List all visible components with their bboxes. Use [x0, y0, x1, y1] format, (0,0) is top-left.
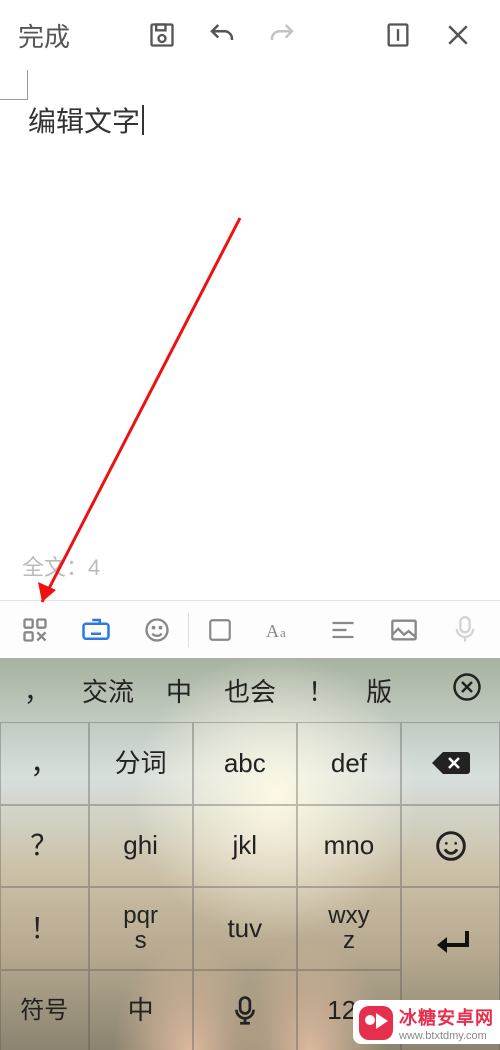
- undo-button[interactable]: [192, 5, 252, 65]
- page-icon: [384, 21, 412, 49]
- paragraph-indent-marker: [0, 70, 28, 100]
- candidate-row: ， 交流 中 也会 ！ 版: [0, 658, 500, 722]
- key-def[interactable]: def: [297, 722, 401, 805]
- mic-icon: [454, 616, 476, 644]
- key-pqrs[interactable]: pqr s: [89, 887, 193, 970]
- ime-mic-button[interactable]: [435, 601, 496, 658]
- key-lang[interactable]: 中: [89, 970, 193, 1050]
- top-toolbar: 完成: [0, 0, 500, 70]
- ime-emoji-button[interactable]: [127, 601, 188, 658]
- save-button[interactable]: [132, 5, 192, 65]
- ime-toolbar: Aa: [0, 600, 500, 658]
- key-enter[interactable]: [401, 887, 500, 970]
- emoji-icon: [435, 830, 467, 862]
- editor-area[interactable]: 编辑文字 全文：4: [0, 70, 500, 600]
- close-icon: [443, 20, 473, 50]
- key-ghi[interactable]: ghi: [89, 805, 193, 888]
- watermark-title: 冰糖安卓网: [399, 1004, 494, 1030]
- font-icon: Aa: [266, 618, 296, 642]
- watermark-logo-icon: [359, 1006, 393, 1040]
- key-jkl[interactable]: jkl: [193, 805, 297, 888]
- face-icon: [143, 616, 171, 644]
- backspace-icon: [429, 748, 473, 778]
- candidate-2[interactable]: 中: [150, 672, 208, 709]
- align-icon: [329, 618, 357, 642]
- keyboard-icon: [81, 617, 111, 643]
- candidate-5[interactable]: 版: [350, 672, 408, 709]
- key-backspace[interactable]: [401, 722, 500, 805]
- watermark: 冰糖安卓网 www.btxtdmy.com: [353, 1000, 500, 1044]
- ime-expand-button[interactable]: [189, 601, 250, 658]
- close-button[interactable]: [428, 5, 488, 65]
- redo-icon: [267, 20, 297, 50]
- editor-text-content: 编辑文字: [28, 100, 140, 140]
- key-abc[interactable]: abc: [193, 722, 297, 805]
- candidate-1[interactable]: 交流: [66, 672, 150, 709]
- candidate-3[interactable]: 也会: [208, 672, 292, 709]
- candidate-0[interactable]: ，: [8, 672, 66, 709]
- key-symbols[interactable]: 符号: [0, 970, 89, 1050]
- key-comma[interactable]: ，: [0, 722, 89, 805]
- view-toggle-button[interactable]: [368, 5, 428, 65]
- svg-text:a: a: [280, 625, 286, 640]
- key-tuv[interactable]: tuv: [193, 887, 297, 970]
- mic-key-icon: [234, 996, 256, 1026]
- expand-icon: [207, 617, 233, 643]
- ime-apps-button[interactable]: [4, 601, 65, 658]
- redo-button[interactable]: [252, 5, 312, 65]
- key-wxyz[interactable]: wxy z: [297, 887, 401, 970]
- ime-align-button[interactable]: [312, 601, 373, 658]
- candidate-close-button[interactable]: [442, 672, 492, 709]
- undo-icon: [207, 20, 237, 50]
- key-exclaim[interactable]: ！: [0, 887, 89, 970]
- key-mno[interactable]: mno: [297, 805, 401, 888]
- key-question[interactable]: ？: [0, 805, 89, 888]
- keyboard-region: ， 交流 中 也会 ！ 版 ， 分词 abc def ？ ghi jkl mno: [0, 658, 500, 1050]
- save-icon: [148, 21, 176, 49]
- image-icon: [390, 618, 418, 642]
- svg-text:A: A: [266, 621, 279, 641]
- text-cursor: [142, 105, 144, 135]
- candidate-4[interactable]: ！: [292, 672, 350, 709]
- ime-keyboard-button[interactable]: [65, 601, 126, 658]
- key-emoji[interactable]: [401, 805, 500, 888]
- key-fenci[interactable]: 分词: [89, 722, 193, 805]
- editor-text: 编辑文字: [28, 100, 144, 140]
- grid-icon: [21, 616, 49, 644]
- done-button[interactable]: 完成: [12, 17, 76, 54]
- close-circle-icon: [452, 672, 482, 702]
- watermark-url: www.btxtdmy.com: [399, 1030, 494, 1042]
- enter-icon: [429, 927, 473, 961]
- word-count-label: 全文：4: [22, 550, 100, 582]
- ime-font-button[interactable]: Aa: [251, 601, 312, 658]
- key-voice[interactable]: [193, 970, 297, 1050]
- ime-image-button[interactable]: [373, 601, 434, 658]
